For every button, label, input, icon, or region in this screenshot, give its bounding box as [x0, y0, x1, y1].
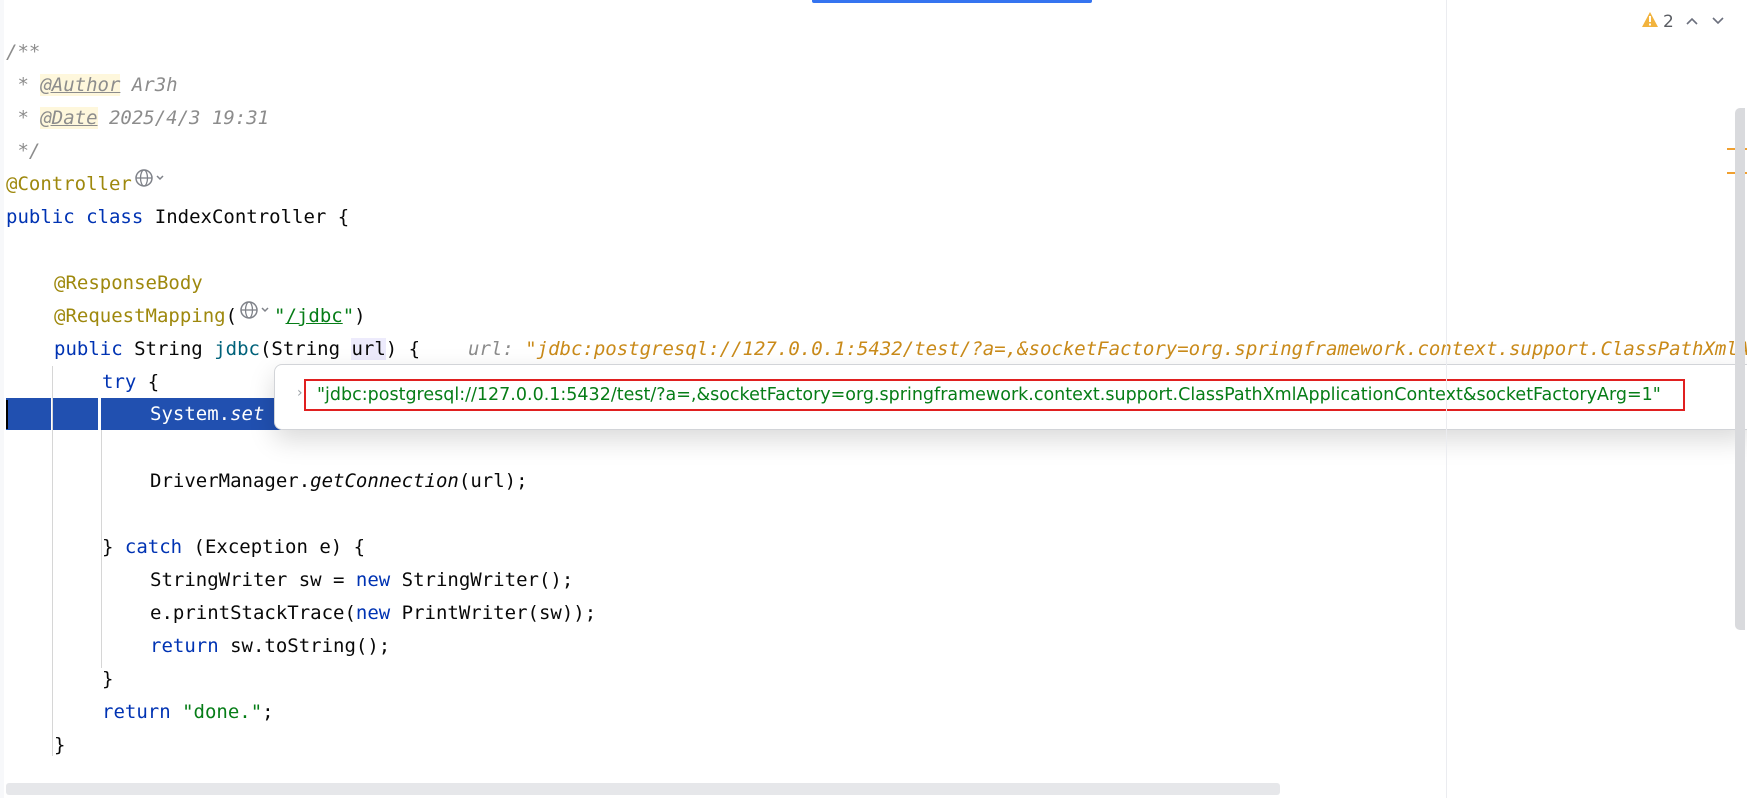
- catch-params: (Exception e) {: [182, 536, 366, 558]
- method-args: (url);: [458, 470, 528, 492]
- code-line-get-connection: DriverManager.getConnection(url);: [150, 465, 528, 498]
- vertical-scrollbar[interactable]: [1735, 108, 1745, 630]
- printstacktrace-call: e.printStackTrace(: [150, 602, 356, 624]
- keyword-public: public: [6, 206, 75, 228]
- code-line-close-method: }: [54, 734, 66, 756]
- return-expression: sw.toString();: [218, 635, 391, 657]
- debug-value-popup[interactable]: › "jdbc:postgresql://127.0.0.1:5432/test…: [274, 364, 1747, 430]
- keyword-return: return: [150, 635, 219, 657]
- hint-variable-name: url:: [468, 338, 514, 360]
- open-paren: (: [225, 305, 238, 327]
- open-brace: {: [326, 206, 350, 228]
- code-line-class-declaration: public class IndexController {: [6, 201, 349, 234]
- code-line-author: * @Author Ar3h: [6, 69, 178, 102]
- open-brace: {: [136, 371, 160, 393]
- problems-indicator[interactable]: 2: [1641, 10, 1726, 34]
- chevron-right-icon[interactable]: ›: [297, 385, 303, 401]
- code-line-return-sw: return sw.toString();: [150, 630, 390, 663]
- text-caret: [6, 400, 8, 429]
- javadoc-author-tag: @Author: [40, 74, 121, 96]
- keyword-class: class: [86, 206, 144, 228]
- responsebody-annotation: @ResponseBody: [54, 272, 203, 294]
- code-line-controller-annotation: @Controller: [6, 168, 169, 201]
- code-line-selected: System.set: [150, 398, 264, 430]
- code-line-responsebody: @ResponseBody: [54, 267, 203, 300]
- author-value: Ar3h: [120, 74, 178, 96]
- semicolon: ;: [262, 701, 274, 723]
- editor-right-margin: [1446, 0, 1447, 798]
- code-line-method-declaration: public String jdbc(String url) {: [54, 333, 420, 366]
- param-url[interactable]: url: [351, 338, 386, 360]
- keyword-public: public: [54, 338, 123, 360]
- inline-debug-value-hint[interactable]: url: "jdbc:postgresql://127.0.0.1:5432/t…: [468, 333, 1747, 366]
- chevron-down-icon[interactable]: [1710, 12, 1726, 32]
- code-line-printstacktrace: e.printStackTrace(new PrintWriter(sw));: [150, 597, 596, 630]
- web-endpoint-globe-icon[interactable]: [134, 166, 168, 199]
- code-line-requestmapping: @RequestMapping( "/jdbc"): [54, 300, 366, 333]
- comment-prefix: *: [6, 74, 41, 96]
- selection-block: [53, 398, 98, 430]
- close-brace: }: [102, 536, 125, 558]
- code-line-comment-close: */: [6, 140, 41, 162]
- params-open: (String: [259, 338, 352, 360]
- code-line-catch: } catch (Exception e) {: [102, 531, 365, 564]
- class-name: IndexController: [154, 206, 327, 228]
- date-value: 2025/4/3 19:31: [97, 107, 270, 129]
- hint-variable-value: "jdbc:postgresql://127.0.0.1:5432/test/?…: [525, 338, 1747, 360]
- warning-count: 2: [1663, 12, 1674, 32]
- controller-annotation: @Controller: [6, 173, 132, 195]
- code-line-close-try: }: [102, 668, 114, 690]
- debug-value-text[interactable]: "jdbc:postgresql://127.0.0.1:5432/test/?…: [317, 381, 1661, 409]
- close-paren: ): [354, 305, 366, 327]
- warning-triangle-icon: [1641, 11, 1659, 33]
- keyword-return: return: [102, 701, 171, 723]
- drivermanager-object: DriverManager.: [150, 470, 311, 492]
- string-quote: ": [274, 305, 286, 327]
- chevron-up-icon[interactable]: [1684, 12, 1700, 32]
- string-literal-done: "done.": [182, 701, 263, 723]
- code-line-date: * @Date 2025/4/3 19:31: [6, 102, 269, 135]
- code-line-return-done: return "done.";: [102, 696, 274, 729]
- code-line-try: try {: [102, 366, 159, 399]
- return-type: String: [134, 338, 203, 360]
- keyword-new: new: [355, 569, 391, 591]
- system-object: System.: [150, 403, 231, 425]
- string-quote: ": [342, 305, 355, 327]
- keyword-catch: catch: [124, 536, 183, 558]
- keyword-new: new: [355, 602, 391, 624]
- requestmapping-annotation: @RequestMapping: [54, 305, 226, 327]
- getconnection-method: getConnection: [310, 470, 459, 492]
- params-close: ) {: [385, 338, 421, 360]
- debug-value-highlight: "jdbc:postgresql://127.0.0.1:5432/test/?…: [304, 379, 1685, 411]
- javadoc-date-tag: @Date: [40, 107, 98, 129]
- method-name: jdbc: [214, 338, 260, 360]
- printwriter-ctor: PrintWriter(sw));: [390, 602, 597, 624]
- keyword-try: try: [102, 371, 137, 393]
- comment-prefix: *: [6, 107, 41, 129]
- system-method-partial: set: [230, 403, 265, 425]
- code-line-stringwriter: StringWriter sw = new StringWriter();: [150, 564, 573, 597]
- stringwriter-decl: StringWriter sw =: [150, 569, 356, 591]
- mapping-path-link[interactable]: /jdbc: [286, 305, 343, 327]
- web-endpoint-globe-icon[interactable]: [239, 298, 273, 331]
- code-line-comment-open: /**: [6, 41, 41, 63]
- horizontal-scrollbar[interactable]: [6, 783, 1280, 795]
- stringwriter-ctor: StringWriter();: [390, 569, 574, 591]
- selection-block: [6, 398, 51, 430]
